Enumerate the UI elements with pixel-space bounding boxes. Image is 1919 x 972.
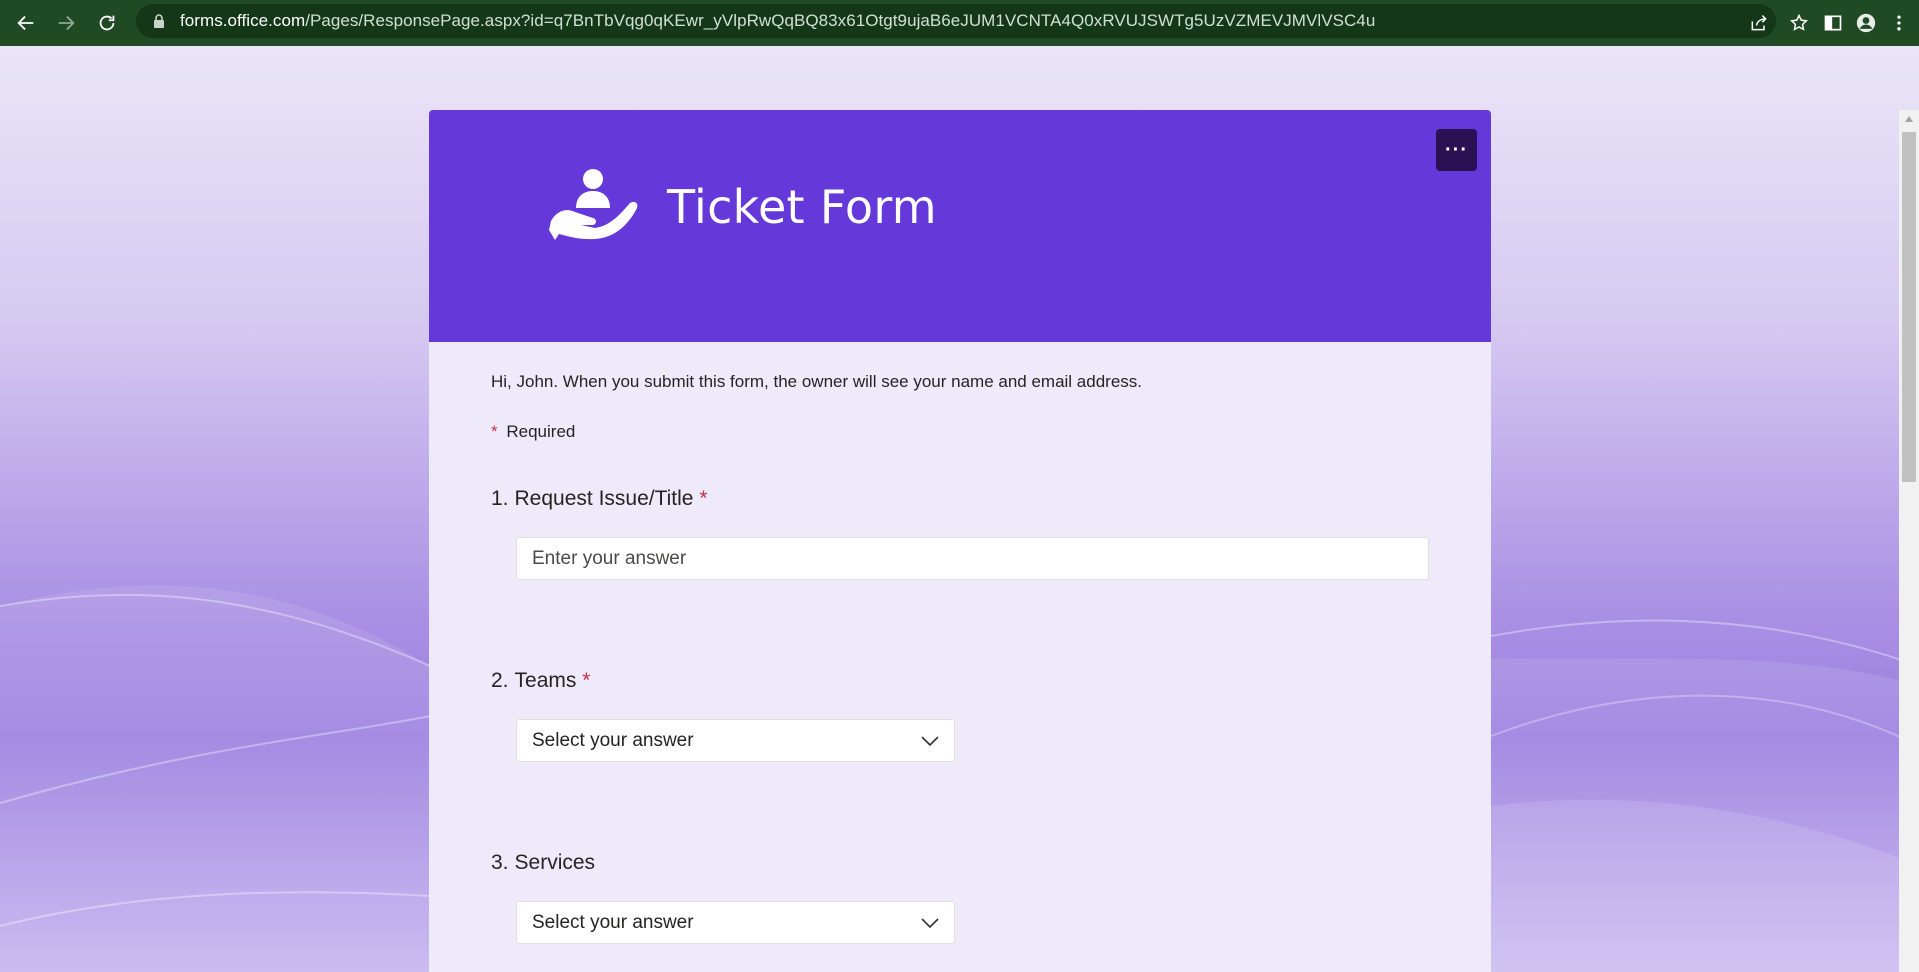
form-title: Ticket Form: [667, 180, 937, 234]
question-1-label: 1. Request Issue/Title *: [491, 487, 708, 510]
form-header: Ticket Form ···: [429, 110, 1491, 342]
required-star: *: [699, 487, 708, 510]
star-icon[interactable]: [1781, 5, 1817, 41]
services-dropdown-value: Select your answer: [532, 911, 694, 933]
more-options-button[interactable]: ···: [1436, 129, 1477, 171]
menu-icon[interactable]: [1881, 5, 1917, 41]
side-panel-icon[interactable]: [1815, 5, 1851, 41]
address-bar[interactable]: forms.office.com/Pages/ResponsePage.aspx…: [136, 4, 1776, 38]
question-2-label: 2. Teams *: [491, 669, 591, 692]
teams-dropdown[interactable]: Select your answer: [516, 719, 955, 762]
teams-dropdown-value: Select your answer: [532, 729, 694, 751]
required-star: *: [582, 669, 591, 692]
reload-icon[interactable]: [87, 3, 127, 43]
share-icon[interactable]: [1741, 5, 1777, 41]
profile-icon[interactable]: [1848, 5, 1884, 41]
request-issue-title-input[interactable]: [516, 537, 1429, 580]
required-star: *: [491, 422, 498, 441]
url-text: forms.office.com/Pages/ResponsePage.aspx…: [180, 11, 1376, 30]
scrollbar-thumb[interactable]: [1902, 132, 1916, 482]
required-label: Required: [506, 422, 576, 441]
scroll-up-arrow-icon[interactable]: [1899, 110, 1919, 128]
browser-toolbar: forms.office.com/Pages/ResponsePage.aspx…: [0, 0, 1919, 46]
forward-icon[interactable]: [46, 3, 86, 43]
chevron-down-icon: [921, 918, 939, 929]
intro-text: Hi, John. When you submit this form, the…: [491, 372, 1143, 391]
form-card: Ticket Form ··· Hi, John. When you submi…: [429, 110, 1491, 972]
services-dropdown[interactable]: Select your answer: [516, 901, 955, 944]
required-note: * Required: [491, 422, 575, 442]
lock-icon[interactable]: [152, 13, 166, 29]
back-icon[interactable]: [6, 3, 46, 43]
scrollbar[interactable]: [1899, 110, 1919, 972]
chevron-down-icon: [921, 736, 939, 747]
question-3-label: 3. Services: [491, 851, 596, 874]
helping-hand-person-icon: [549, 169, 638, 240]
